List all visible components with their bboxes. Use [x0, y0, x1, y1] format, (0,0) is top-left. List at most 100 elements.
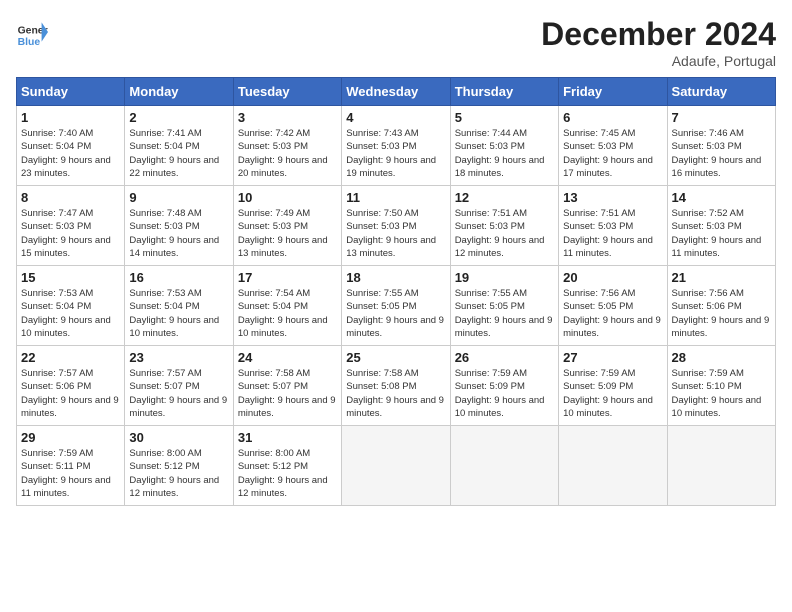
day-info: Sunrise: 7:55 AM Sunset: 5:05 PM Dayligh… [455, 287, 554, 340]
calendar-cell: 9 Sunrise: 7:48 AM Sunset: 5:03 PM Dayli… [125, 186, 233, 266]
weekday-header-monday: Monday [125, 78, 233, 106]
day-info: Sunrise: 7:50 AM Sunset: 5:03 PM Dayligh… [346, 207, 445, 260]
day-number: 7 [672, 110, 771, 125]
day-number: 3 [238, 110, 337, 125]
calendar-week-2: 8 Sunrise: 7:47 AM Sunset: 5:03 PM Dayli… [17, 186, 776, 266]
day-number: 2 [129, 110, 228, 125]
day-number: 27 [563, 350, 662, 365]
day-info: Sunrise: 7:46 AM Sunset: 5:03 PM Dayligh… [672, 127, 771, 180]
calendar-cell: 12 Sunrise: 7:51 AM Sunset: 5:03 PM Dayl… [450, 186, 558, 266]
calendar-cell: 7 Sunrise: 7:46 AM Sunset: 5:03 PM Dayli… [667, 106, 775, 186]
day-info: Sunrise: 7:48 AM Sunset: 5:03 PM Dayligh… [129, 207, 228, 260]
calendar-cell: 26 Sunrise: 7:59 AM Sunset: 5:09 PM Dayl… [450, 346, 558, 426]
calendar-cell: 11 Sunrise: 7:50 AM Sunset: 5:03 PM Dayl… [342, 186, 450, 266]
day-info: Sunrise: 7:40 AM Sunset: 5:04 PM Dayligh… [21, 127, 120, 180]
calendar-cell: 24 Sunrise: 7:58 AM Sunset: 5:07 PM Dayl… [233, 346, 341, 426]
day-info: Sunrise: 7:43 AM Sunset: 5:03 PM Dayligh… [346, 127, 445, 180]
calendar-cell: 29 Sunrise: 7:59 AM Sunset: 5:11 PM Dayl… [17, 426, 125, 506]
calendar-cell [667, 426, 775, 506]
logo-icon: General Blue [16, 16, 48, 48]
page-header: General Blue December 2024 Adaufe, Portu… [16, 16, 776, 69]
day-number: 20 [563, 270, 662, 285]
calendar-cell [342, 426, 450, 506]
day-number: 26 [455, 350, 554, 365]
day-number: 25 [346, 350, 445, 365]
calendar-week-4: 22 Sunrise: 7:57 AM Sunset: 5:06 PM Dayl… [17, 346, 776, 426]
day-info: Sunrise: 7:55 AM Sunset: 5:05 PM Dayligh… [346, 287, 445, 340]
weekday-header-tuesday: Tuesday [233, 78, 341, 106]
day-info: Sunrise: 7:41 AM Sunset: 5:04 PM Dayligh… [129, 127, 228, 180]
calendar-cell: 3 Sunrise: 7:42 AM Sunset: 5:03 PM Dayli… [233, 106, 341, 186]
weekday-header-sunday: Sunday [17, 78, 125, 106]
day-number: 22 [21, 350, 120, 365]
day-number: 23 [129, 350, 228, 365]
calendar-cell: 22 Sunrise: 7:57 AM Sunset: 5:06 PM Dayl… [17, 346, 125, 426]
month-title: December 2024 [541, 16, 776, 53]
calendar-cell: 6 Sunrise: 7:45 AM Sunset: 5:03 PM Dayli… [559, 106, 667, 186]
calendar-cell: 19 Sunrise: 7:55 AM Sunset: 5:05 PM Dayl… [450, 266, 558, 346]
day-info: Sunrise: 7:56 AM Sunset: 5:06 PM Dayligh… [672, 287, 771, 340]
calendar-cell [450, 426, 558, 506]
svg-text:Blue: Blue [18, 37, 41, 48]
day-number: 19 [455, 270, 554, 285]
title-area: December 2024 Adaufe, Portugal [541, 16, 776, 69]
day-number: 24 [238, 350, 337, 365]
day-info: Sunrise: 7:59 AM Sunset: 5:09 PM Dayligh… [455, 367, 554, 420]
day-number: 14 [672, 190, 771, 205]
calendar-cell: 13 Sunrise: 7:51 AM Sunset: 5:03 PM Dayl… [559, 186, 667, 266]
calendar-week-5: 29 Sunrise: 7:59 AM Sunset: 5:11 PM Dayl… [17, 426, 776, 506]
day-info: Sunrise: 8:00 AM Sunset: 5:12 PM Dayligh… [238, 447, 337, 500]
weekday-header-thursday: Thursday [450, 78, 558, 106]
logo: General Blue [16, 16, 48, 48]
day-number: 10 [238, 190, 337, 205]
calendar-cell: 28 Sunrise: 7:59 AM Sunset: 5:10 PM Dayl… [667, 346, 775, 426]
day-number: 16 [129, 270, 228, 285]
day-number: 18 [346, 270, 445, 285]
day-info: Sunrise: 7:57 AM Sunset: 5:06 PM Dayligh… [21, 367, 120, 420]
calendar-cell: 17 Sunrise: 7:54 AM Sunset: 5:04 PM Dayl… [233, 266, 341, 346]
day-info: Sunrise: 7:56 AM Sunset: 5:05 PM Dayligh… [563, 287, 662, 340]
calendar-cell: 4 Sunrise: 7:43 AM Sunset: 5:03 PM Dayli… [342, 106, 450, 186]
calendar-cell: 2 Sunrise: 7:41 AM Sunset: 5:04 PM Dayli… [125, 106, 233, 186]
calendar-cell: 30 Sunrise: 8:00 AM Sunset: 5:12 PM Dayl… [125, 426, 233, 506]
day-number: 17 [238, 270, 337, 285]
day-number: 13 [563, 190, 662, 205]
calendar-cell: 31 Sunrise: 8:00 AM Sunset: 5:12 PM Dayl… [233, 426, 341, 506]
day-info: Sunrise: 7:47 AM Sunset: 5:03 PM Dayligh… [21, 207, 120, 260]
calendar-cell [559, 426, 667, 506]
day-number: 6 [563, 110, 662, 125]
day-number: 29 [21, 430, 120, 445]
calendar-table: SundayMondayTuesdayWednesdayThursdayFrid… [16, 77, 776, 506]
day-number: 31 [238, 430, 337, 445]
weekday-header-row: SundayMondayTuesdayWednesdayThursdayFrid… [17, 78, 776, 106]
day-info: Sunrise: 7:52 AM Sunset: 5:03 PM Dayligh… [672, 207, 771, 260]
day-info: Sunrise: 7:44 AM Sunset: 5:03 PM Dayligh… [455, 127, 554, 180]
day-number: 9 [129, 190, 228, 205]
day-number: 12 [455, 190, 554, 205]
calendar-cell: 16 Sunrise: 7:53 AM Sunset: 5:04 PM Dayl… [125, 266, 233, 346]
calendar-cell: 15 Sunrise: 7:53 AM Sunset: 5:04 PM Dayl… [17, 266, 125, 346]
day-info: Sunrise: 7:51 AM Sunset: 5:03 PM Dayligh… [563, 207, 662, 260]
day-info: Sunrise: 7:42 AM Sunset: 5:03 PM Dayligh… [238, 127, 337, 180]
day-info: Sunrise: 8:00 AM Sunset: 5:12 PM Dayligh… [129, 447, 228, 500]
calendar-cell: 8 Sunrise: 7:47 AM Sunset: 5:03 PM Dayli… [17, 186, 125, 266]
day-number: 28 [672, 350, 771, 365]
calendar-cell: 25 Sunrise: 7:58 AM Sunset: 5:08 PM Dayl… [342, 346, 450, 426]
day-number: 15 [21, 270, 120, 285]
day-info: Sunrise: 7:45 AM Sunset: 5:03 PM Dayligh… [563, 127, 662, 180]
weekday-header-wednesday: Wednesday [342, 78, 450, 106]
calendar-cell: 10 Sunrise: 7:49 AM Sunset: 5:03 PM Dayl… [233, 186, 341, 266]
day-info: Sunrise: 7:59 AM Sunset: 5:11 PM Dayligh… [21, 447, 120, 500]
calendar-cell: 14 Sunrise: 7:52 AM Sunset: 5:03 PM Dayl… [667, 186, 775, 266]
calendar-cell: 18 Sunrise: 7:55 AM Sunset: 5:05 PM Dayl… [342, 266, 450, 346]
weekday-header-friday: Friday [559, 78, 667, 106]
calendar-cell: 5 Sunrise: 7:44 AM Sunset: 5:03 PM Dayli… [450, 106, 558, 186]
calendar-cell: 27 Sunrise: 7:59 AM Sunset: 5:09 PM Dayl… [559, 346, 667, 426]
calendar-cell: 21 Sunrise: 7:56 AM Sunset: 5:06 PM Dayl… [667, 266, 775, 346]
day-info: Sunrise: 7:49 AM Sunset: 5:03 PM Dayligh… [238, 207, 337, 260]
calendar-cell: 1 Sunrise: 7:40 AM Sunset: 5:04 PM Dayli… [17, 106, 125, 186]
day-number: 21 [672, 270, 771, 285]
day-number: 8 [21, 190, 120, 205]
day-info: Sunrise: 7:58 AM Sunset: 5:08 PM Dayligh… [346, 367, 445, 420]
calendar-cell: 23 Sunrise: 7:57 AM Sunset: 5:07 PM Dayl… [125, 346, 233, 426]
